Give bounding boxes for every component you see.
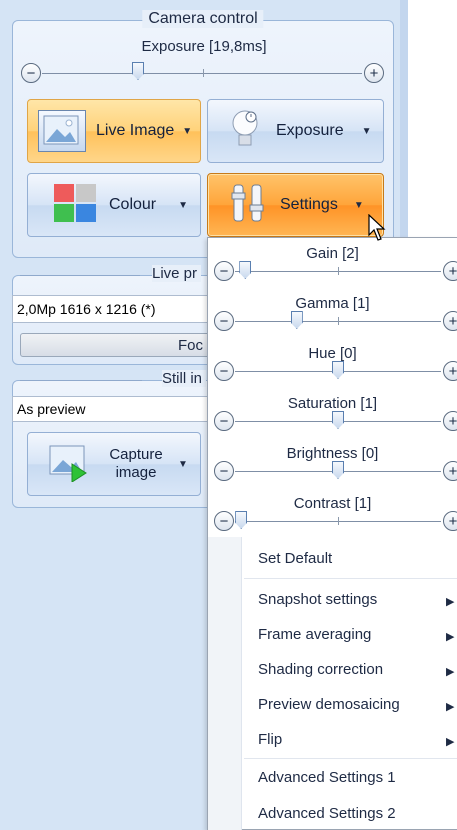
live-image-label: Live Image <box>96 122 175 139</box>
exposure-increase-button[interactable]: + <box>364 63 384 83</box>
resolution-select[interactable]: 2,0Mp 1616 x 1216 (*) <box>12 295 212 323</box>
colour-grid-icon <box>53 183 97 228</box>
settings-button-label: Settings <box>280 196 338 213</box>
gain-decrease-button[interactable]: − <box>214 261 234 281</box>
exposure-slider-track[interactable] <box>42 73 362 74</box>
menu-item-snapshot-settings[interactable]: Snapshot settings <box>258 591 377 608</box>
chevron-down-icon: ▼ <box>182 125 193 137</box>
gain-label: Gain [2] <box>306 245 359 262</box>
chevron-down-icon: ▼ <box>178 199 189 211</box>
live-image-button[interactable]: Live Image ▼ <box>27 99 201 163</box>
colour-button[interactable]: Colour ▼ <box>27 173 201 237</box>
exposure-button[interactable]: Exposure ▼ <box>207 99 384 163</box>
focus-button-label: Foc <box>177 336 203 354</box>
still-mode-select[interactable]: As preview <box>12 396 212 422</box>
submenu-arrow-icon: ▶ <box>446 596 455 608</box>
gamma-increase-button[interactable]: + <box>443 311 457 331</box>
settings-slider-list: Gain [2] − + Gamma [1] − + Hue [0] − + Saturation… <box>208 237 457 537</box>
brightness-label: Brightness [0] <box>286 445 379 462</box>
brightness-decrease-button[interactable]: − <box>214 461 234 481</box>
focus-button[interactable]: Foc <box>20 333 210 357</box>
mouse-cursor-icon <box>368 213 388 247</box>
submenu-arrow-icon: ▶ <box>446 666 455 678</box>
saturation-slider-thumb[interactable] <box>332 411 344 429</box>
brightness-increase-button[interactable]: + <box>443 461 457 481</box>
gain-slider-thumb[interactable] <box>239 261 252 279</box>
gamma-decrease-button[interactable]: − <box>214 311 234 331</box>
gamma-slider-thumb[interactable] <box>290 311 303 329</box>
menu-separator <box>244 578 457 579</box>
submenu-arrow-icon: ▶ <box>446 736 455 748</box>
exposure-slider-tick <box>203 69 204 77</box>
saturation-increase-button[interactable]: + <box>443 411 457 431</box>
lightbulb-icon <box>228 107 262 156</box>
hue-decrease-button[interactable]: − <box>214 361 234 381</box>
capture-image-icon <box>48 442 92 487</box>
menu-item-advanced-settings-1[interactable]: Advanced Settings 1 <box>258 769 396 786</box>
menu-separator <box>244 758 457 759</box>
exposure-decrease-button[interactable]: − <box>21 63 41 83</box>
image-icon <box>38 110 86 152</box>
submenu-arrow-icon: ▶ <box>446 631 455 643</box>
menu-item-shading-correction[interactable]: Shading correction <box>258 661 383 678</box>
saturation-decrease-button[interactable]: − <box>214 411 234 431</box>
capture-image-button[interactable]: Capture image ▼ <box>27 432 201 496</box>
capture-image-label: Capture image <box>109 446 163 481</box>
camera-control-title: Camera control <box>142 10 264 28</box>
contrast-increase-button[interactable]: + <box>443 511 457 531</box>
gain-slider-tick <box>338 267 339 275</box>
submenu-arrow-icon: ▶ <box>446 701 455 713</box>
menu-item-frame-averaging[interactable]: Frame averaging <box>258 626 371 643</box>
still-image-divider <box>20 380 142 381</box>
colour-button-label: Colour <box>109 196 157 213</box>
still-image-title: Still in <box>162 370 207 387</box>
live-preview-divider <box>20 275 140 276</box>
chevron-down-icon: ▼ <box>361 125 372 137</box>
hue-increase-button[interactable]: + <box>443 361 457 381</box>
menu-icon-strip <box>208 537 242 830</box>
contrast-slider-tick <box>338 517 339 525</box>
menu-item-preview-demosaicing[interactable]: Preview demosaicing <box>258 696 400 713</box>
saturation-label: Saturation [1] <box>287 395 378 412</box>
settings-button[interactable]: Settings ▼ <box>207 173 384 237</box>
contrast-decrease-button[interactable]: − <box>214 511 234 531</box>
brightness-slider-thumb[interactable] <box>332 461 344 479</box>
exposure-button-label: Exposure <box>276 122 344 139</box>
hue-slider-thumb[interactable] <box>332 361 344 379</box>
contrast-label: Contrast [1] <box>293 495 372 512</box>
exposure-label: Exposure [19,8ms] <box>141 38 267 55</box>
hue-label: Hue [0] <box>308 345 357 362</box>
live-preview-title: Live pr <box>152 265 202 282</box>
gamma-slider-tick <box>338 317 339 325</box>
chevron-down-icon: ▼ <box>178 458 188 470</box>
gain-increase-button[interactable]: + <box>443 261 457 281</box>
tools-icon <box>230 181 266 230</box>
menu-item-set-default[interactable]: Set Default <box>258 550 332 567</box>
menu-item-advanced-settings-2[interactable]: Advanced Settings 2 <box>258 805 396 822</box>
chevron-down-icon: ▼ <box>353 199 364 211</box>
gamma-label: Gamma [1] <box>295 295 370 312</box>
menu-item-flip[interactable]: Flip <box>258 731 282 748</box>
contrast-slider-thumb[interactable] <box>235 511 248 529</box>
